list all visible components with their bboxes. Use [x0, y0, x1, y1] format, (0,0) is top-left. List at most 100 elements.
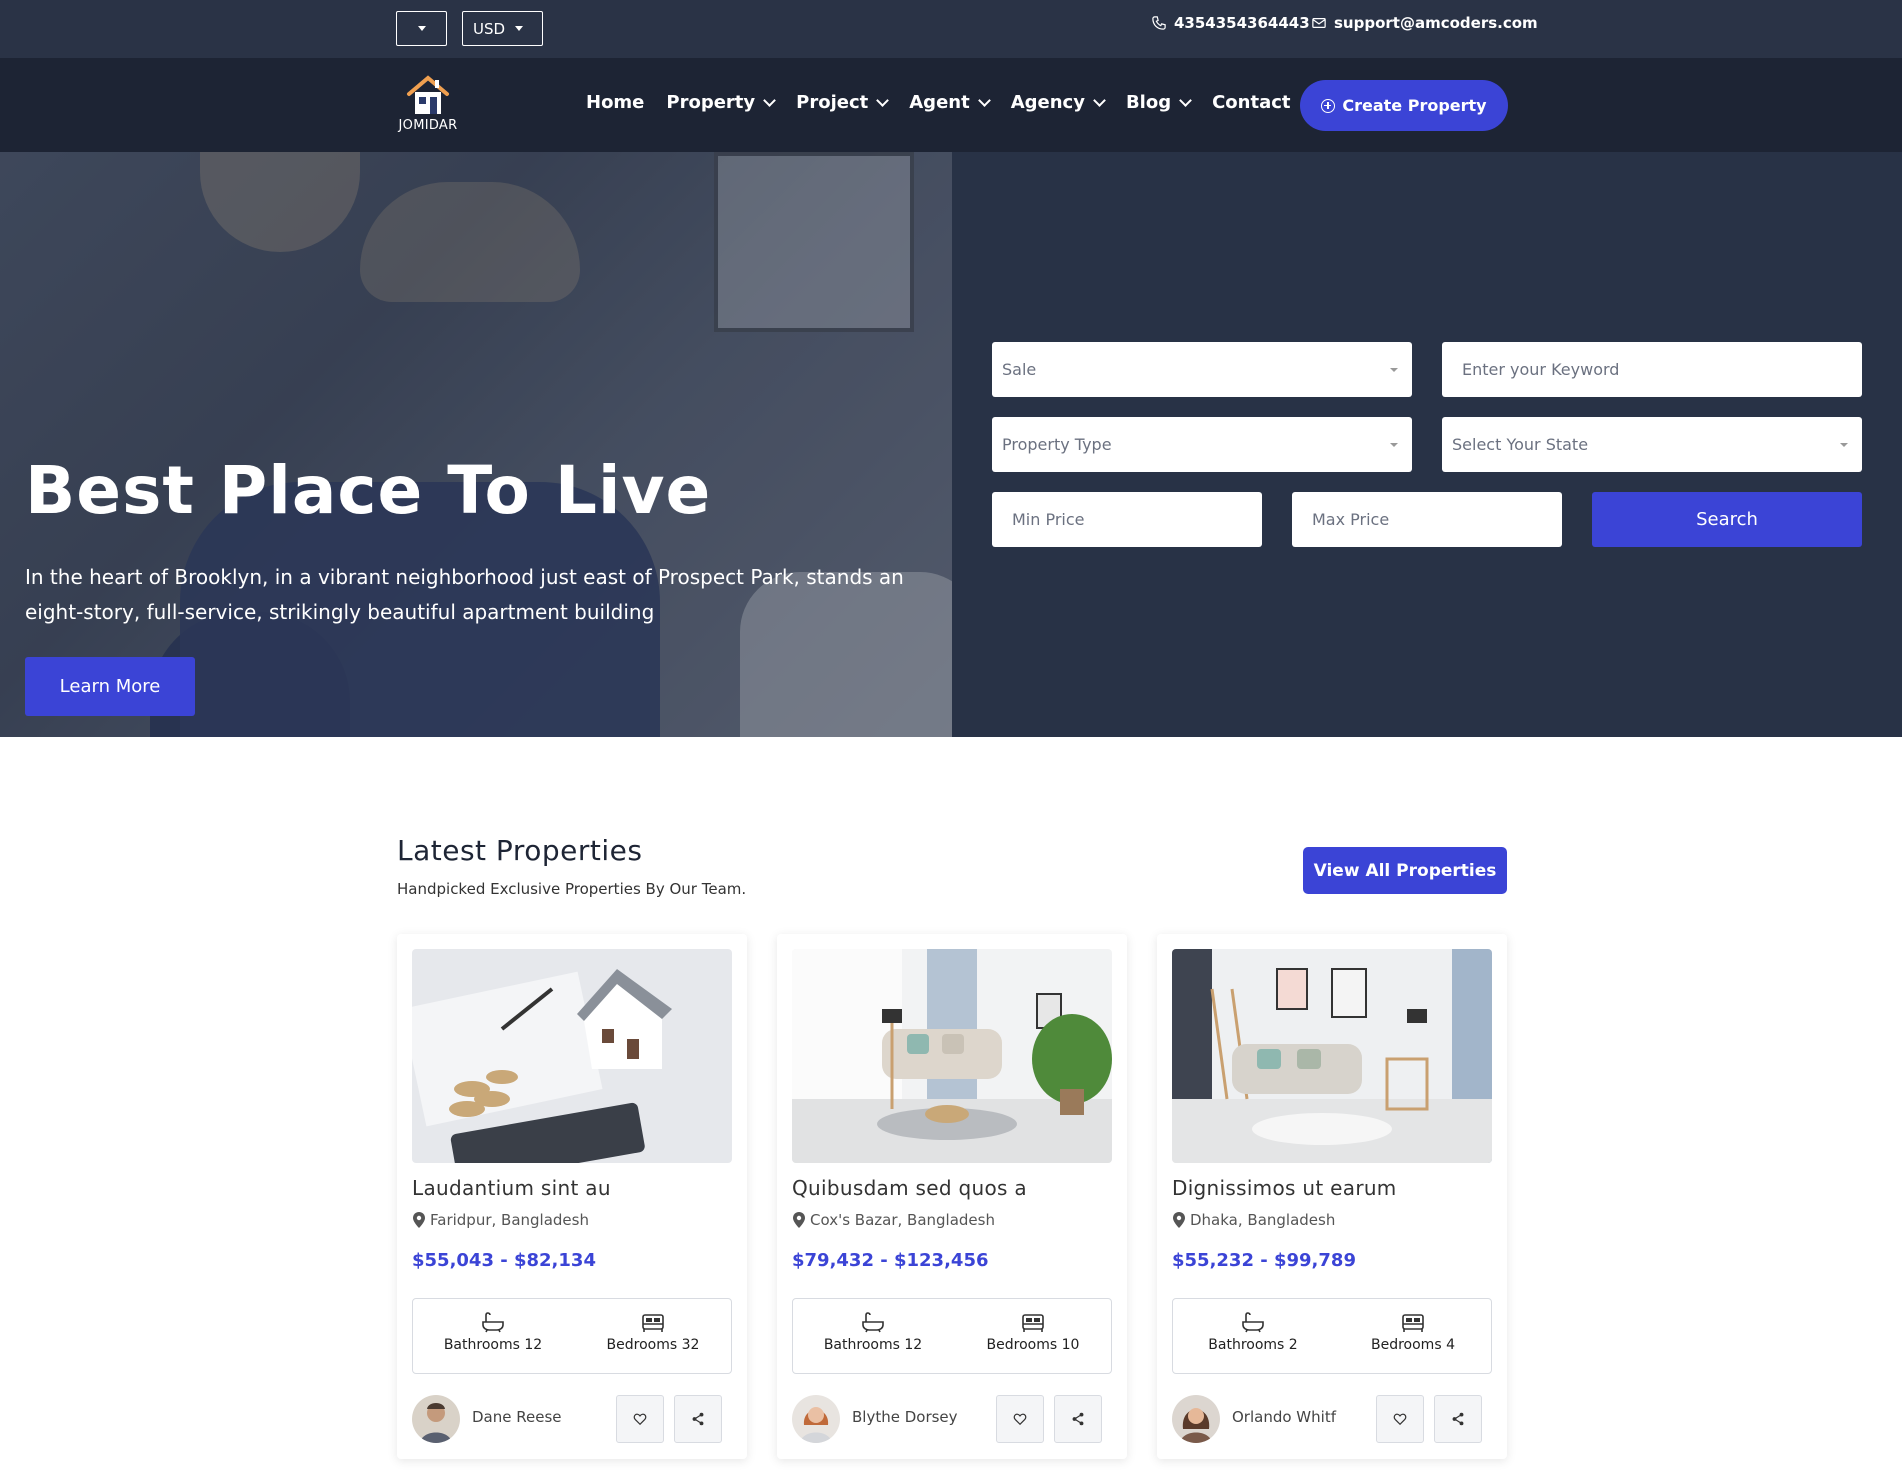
- bathrooms-feature: Bathrooms 12: [793, 1311, 953, 1353]
- property-features: Bathrooms 2 Bedrooms 4: [1172, 1298, 1492, 1374]
- property-photo: [1172, 949, 1492, 1163]
- chevron-down-icon: [763, 93, 777, 107]
- bathtub-icon: [482, 1312, 504, 1333]
- property-image[interactable]: [412, 949, 732, 1163]
- nav-item-project[interactable]: Project: [796, 92, 890, 113]
- view-all-properties-button[interactable]: View All Properties: [1303, 847, 1507, 894]
- property-image[interactable]: [1172, 949, 1492, 1163]
- nav-item-agency[interactable]: Agency: [1010, 92, 1106, 113]
- share-button[interactable]: [1434, 1395, 1482, 1443]
- nav-item-label: Contact: [1212, 92, 1291, 113]
- share-button[interactable]: [674, 1395, 722, 1443]
- agent-name[interactable]: Orlando Whitf: [1232, 1408, 1336, 1426]
- caret-down-icon: [1390, 368, 1398, 372]
- bathrooms-text: Bathrooms 12: [823, 1337, 923, 1353]
- site-logo[interactable]: JOMIDAR: [396, 74, 460, 133]
- property-title[interactable]: Dignissimos ut earum: [1172, 1176, 1397, 1200]
- favorite-button[interactable]: [1376, 1395, 1424, 1443]
- bed-icon: [1022, 1314, 1044, 1332]
- nav-item-label: Agency: [1010, 92, 1085, 113]
- map-pin-icon: [1173, 1212, 1185, 1228]
- map-pin-icon: [793, 1212, 805, 1228]
- nav-item-label: Home: [586, 92, 645, 113]
- state-select[interactable]: Select Your State: [1442, 417, 1862, 472]
- hero-banner: Best Place To Live In the heart of Brook…: [0, 152, 952, 737]
- bathrooms-feature: Bathrooms 12: [413, 1311, 573, 1353]
- share-icon: [1072, 1412, 1084, 1426]
- share-icon: [1452, 1412, 1464, 1426]
- share-button[interactable]: [1054, 1395, 1102, 1443]
- bathrooms-text: Bathrooms 2: [1208, 1337, 1298, 1353]
- chevron-down-icon: [1093, 93, 1106, 107]
- favorite-button[interactable]: [996, 1395, 1044, 1443]
- bedrooms-feature: Bedrooms 32: [573, 1311, 733, 1353]
- nav-item-blog[interactable]: Blog: [1125, 92, 1192, 113]
- property-location: Dhaka, Bangladesh: [1172, 1211, 1335, 1229]
- logo-text: JOMIDAR: [398, 118, 458, 133]
- property-photo: [792, 949, 1112, 1163]
- property-type-select[interactable]: Property Type: [992, 417, 1412, 472]
- top-bar: USD 4354354364443 support@amcoders.com: [0, 0, 1902, 58]
- keyword-input[interactable]: Enter your Keyword: [1442, 342, 1862, 397]
- nav-menu: Home Property Project Agent Agency Blog …: [586, 92, 1313, 113]
- property-price: $79,432 - $123,456: [792, 1250, 989, 1271]
- section-title: Latest Properties: [397, 834, 643, 867]
- email-link[interactable]: support@amcoders.com: [1312, 14, 1538, 32]
- min-price-input[interactable]: Min Price: [992, 492, 1262, 547]
- sale-select-value: Sale: [1002, 360, 1037, 379]
- share-icon: [692, 1412, 704, 1426]
- phone-number: 4354354364443: [1174, 14, 1310, 32]
- heart-icon: [1013, 1413, 1027, 1426]
- search-button[interactable]: Search: [1592, 492, 1862, 547]
- hero-description: In the heart of Brooklyn, in a vibrant n…: [25, 565, 904, 624]
- currency-select[interactable]: USD: [462, 11, 543, 46]
- property-price: $55,043 - $82,134: [412, 1250, 596, 1271]
- phone-link[interactable]: 4354354364443: [1152, 14, 1310, 32]
- chevron-down-icon: [1179, 93, 1192, 107]
- property-card[interactable]: Laudantium sint au Faridpur, Bangladesh …: [397, 934, 747, 1459]
- nav-item-home[interactable]: Home: [586, 92, 644, 113]
- sale-select[interactable]: Sale: [992, 342, 1412, 397]
- bed-icon: [1402, 1314, 1424, 1332]
- avatar[interactable]: [1172, 1395, 1220, 1443]
- create-property-label: Create Property: [1342, 96, 1487, 115]
- envelope-icon: [1312, 18, 1326, 28]
- property-title[interactable]: Laudantium sint au: [412, 1176, 611, 1200]
- location-text: Faridpur, Bangladesh: [430, 1211, 589, 1229]
- nav-item-property[interactable]: Property: [666, 92, 777, 113]
- property-location: Faridpur, Bangladesh: [412, 1211, 589, 1229]
- property-card[interactable]: Dignissimos ut earum Dhaka, Bangladesh $…: [1157, 934, 1507, 1459]
- nav-item-agent[interactable]: Agent: [909, 92, 991, 113]
- property-card[interactable]: Quibusdam sed quos a Cox's Bazar, Bangla…: [777, 934, 1127, 1459]
- bedrooms-feature: Bedrooms 4: [1333, 1311, 1493, 1353]
- property-features: Bathrooms 12 Bedrooms 32: [412, 1298, 732, 1374]
- bathtub-icon: [1242, 1312, 1264, 1333]
- learn-more-button[interactable]: Learn More: [25, 657, 195, 716]
- property-price: $55,232 - $99,789: [1172, 1250, 1356, 1271]
- favorite-button[interactable]: [616, 1395, 664, 1443]
- avatar[interactable]: [412, 1395, 460, 1443]
- keyword-placeholder: Enter your Keyword: [1462, 360, 1620, 379]
- search-panel: Sale Enter your Keyword Property Type Se…: [952, 152, 1902, 737]
- agent-photo: [1172, 1395, 1220, 1443]
- nav-item-label: Agent: [909, 92, 970, 113]
- nav-item-label: Blog: [1125, 92, 1172, 113]
- phone-icon: [1152, 16, 1166, 30]
- avatar[interactable]: [792, 1395, 840, 1443]
- agent-photo: [412, 1395, 460, 1443]
- bathrooms-feature: Bathrooms 2: [1173, 1311, 1333, 1353]
- caret-down-icon: [1390, 443, 1398, 447]
- property-type-value: Property Type: [1002, 435, 1112, 454]
- create-property-button[interactable]: Create Property: [1300, 80, 1508, 131]
- property-title[interactable]: Quibusdam sed quos a: [792, 1176, 1027, 1200]
- max-price-input[interactable]: Max Price: [1292, 492, 1562, 547]
- nav-item-contact[interactable]: Contact: [1212, 92, 1290, 113]
- language-select[interactable]: [396, 11, 447, 46]
- property-image[interactable]: [792, 949, 1112, 1163]
- property-location: Cox's Bazar, Bangladesh: [792, 1211, 995, 1229]
- section-subtitle: Handpicked Exclusive Properties By Our T…: [397, 880, 747, 898]
- bedrooms-text: Bedrooms 32: [606, 1337, 700, 1353]
- agent-name[interactable]: Dane Reese: [472, 1408, 562, 1426]
- plus-circle-icon: [1321, 98, 1336, 113]
- agent-name[interactable]: Blythe Dorsey: [852, 1408, 958, 1426]
